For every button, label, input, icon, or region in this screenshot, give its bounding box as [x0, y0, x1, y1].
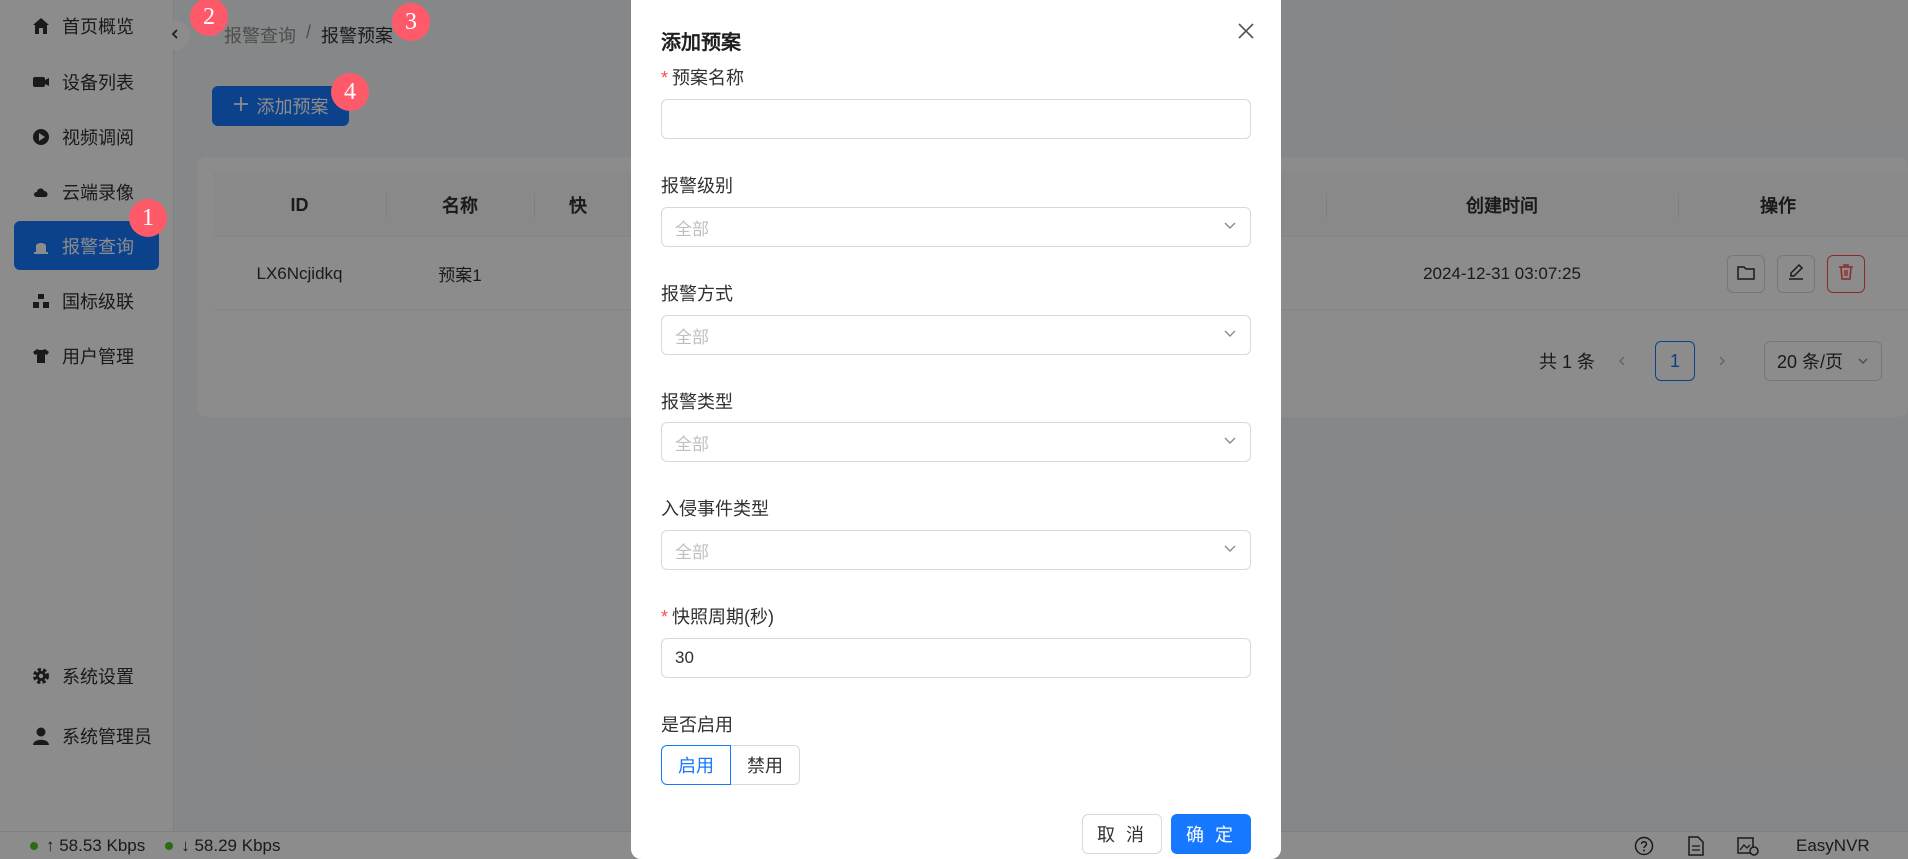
- enable-toggle: 启用 禁用: [661, 745, 800, 785]
- plan-name-label-text: 预案名称: [672, 68, 745, 88]
- enable-off-option[interactable]: 禁用: [731, 745, 800, 785]
- snapshot-period-label-text: 快照周期(秒): [672, 607, 775, 627]
- chevron-down-icon: [1223, 325, 1237, 345]
- alarm-type-value: 全部: [675, 434, 709, 454]
- alarm-type-label: 报警类型: [661, 392, 733, 412]
- add-plan-dialog: 添加预案 * 预案名称 报警级别 全部 报警方式 全部 报警类型 全部 入侵事件类…: [631, 0, 1281, 859]
- alarm-type-select[interactable]: 全部: [661, 422, 1251, 462]
- intrusion-type-label: 入侵事件类型: [661, 499, 769, 519]
- cancel-button[interactable]: 取 消: [1082, 814, 1162, 854]
- enable-on-option[interactable]: 启用: [661, 745, 731, 785]
- intrusion-type-value: 全部: [675, 542, 709, 562]
- confirm-button[interactable]: 确 定: [1171, 814, 1251, 854]
- enable-label: 是否启用: [661, 715, 733, 735]
- plan-name-label: * 预案名称: [661, 68, 745, 88]
- close-icon[interactable]: [1235, 20, 1257, 42]
- chevron-down-icon: [1223, 540, 1237, 560]
- step-marker: 4: [331, 73, 369, 111]
- dialog-title: 添加预案: [661, 32, 741, 54]
- alarm-level-label: 报警级别: [661, 176, 733, 196]
- intrusion-type-select[interactable]: 全部: [661, 530, 1251, 570]
- chevron-down-icon: [1223, 217, 1237, 237]
- snapshot-period-label: * 快照周期(秒): [661, 607, 775, 627]
- chevron-down-icon: [1223, 432, 1237, 452]
- alarm-method-label: 报警方式: [661, 284, 733, 304]
- snapshot-period-value: 30: [675, 648, 694, 667]
- step-marker: 1: [129, 199, 167, 237]
- plan-name-input[interactable]: [661, 99, 1251, 139]
- alarm-method-value: 全部: [675, 327, 709, 347]
- alarm-level-select[interactable]: 全部: [661, 207, 1251, 247]
- alarm-level-value: 全部: [675, 219, 709, 239]
- alarm-method-select[interactable]: 全部: [661, 315, 1251, 355]
- snapshot-period-input[interactable]: 30: [661, 638, 1251, 678]
- step-marker: 3: [392, 3, 430, 41]
